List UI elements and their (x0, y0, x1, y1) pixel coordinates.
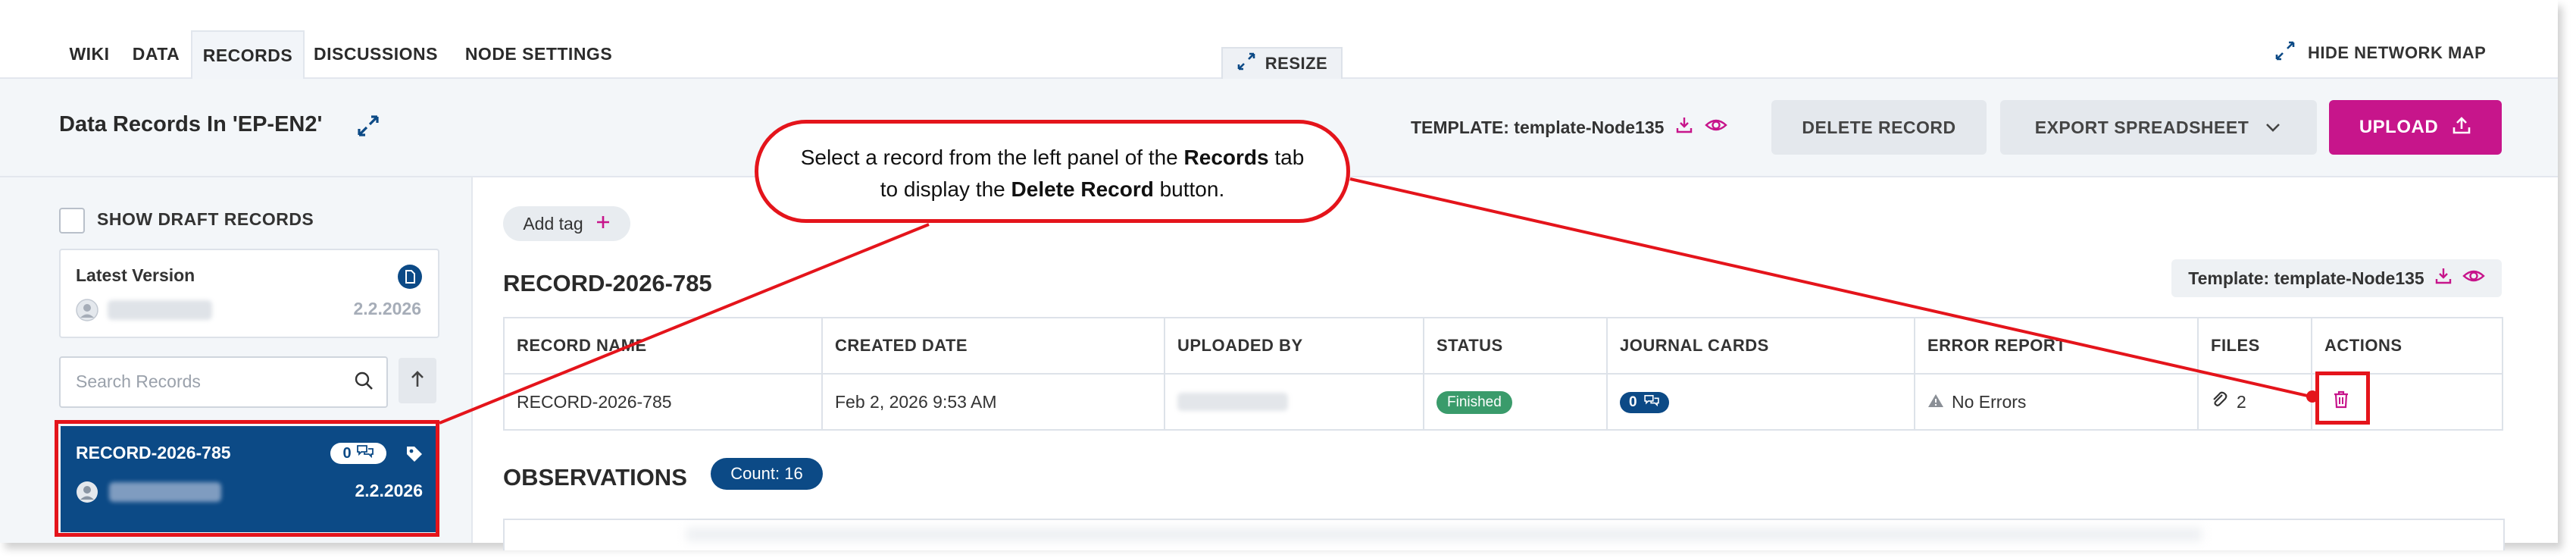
callout-bold: Delete Record (1011, 177, 1154, 201)
instruction-callout: Select a record from the left panel of t… (755, 120, 1350, 223)
pointer-line-left (439, 223, 930, 425)
callout-text: tab (1268, 146, 1305, 169)
callout-text: Select a record from the left panel of t… (800, 146, 1184, 169)
highlight-delete-action (2315, 371, 2370, 425)
pointer-line-right (1349, 177, 2312, 398)
highlight-record-item (55, 420, 439, 537)
callout-bold: Records (1183, 146, 1269, 169)
callout-line-1: Select a record from the left panel of t… (758, 142, 1346, 174)
callout-text: button. (1153, 177, 1225, 201)
callout-line-2: to display the Delete Record button. (758, 174, 1346, 205)
callout-text: to display the (880, 177, 1011, 201)
